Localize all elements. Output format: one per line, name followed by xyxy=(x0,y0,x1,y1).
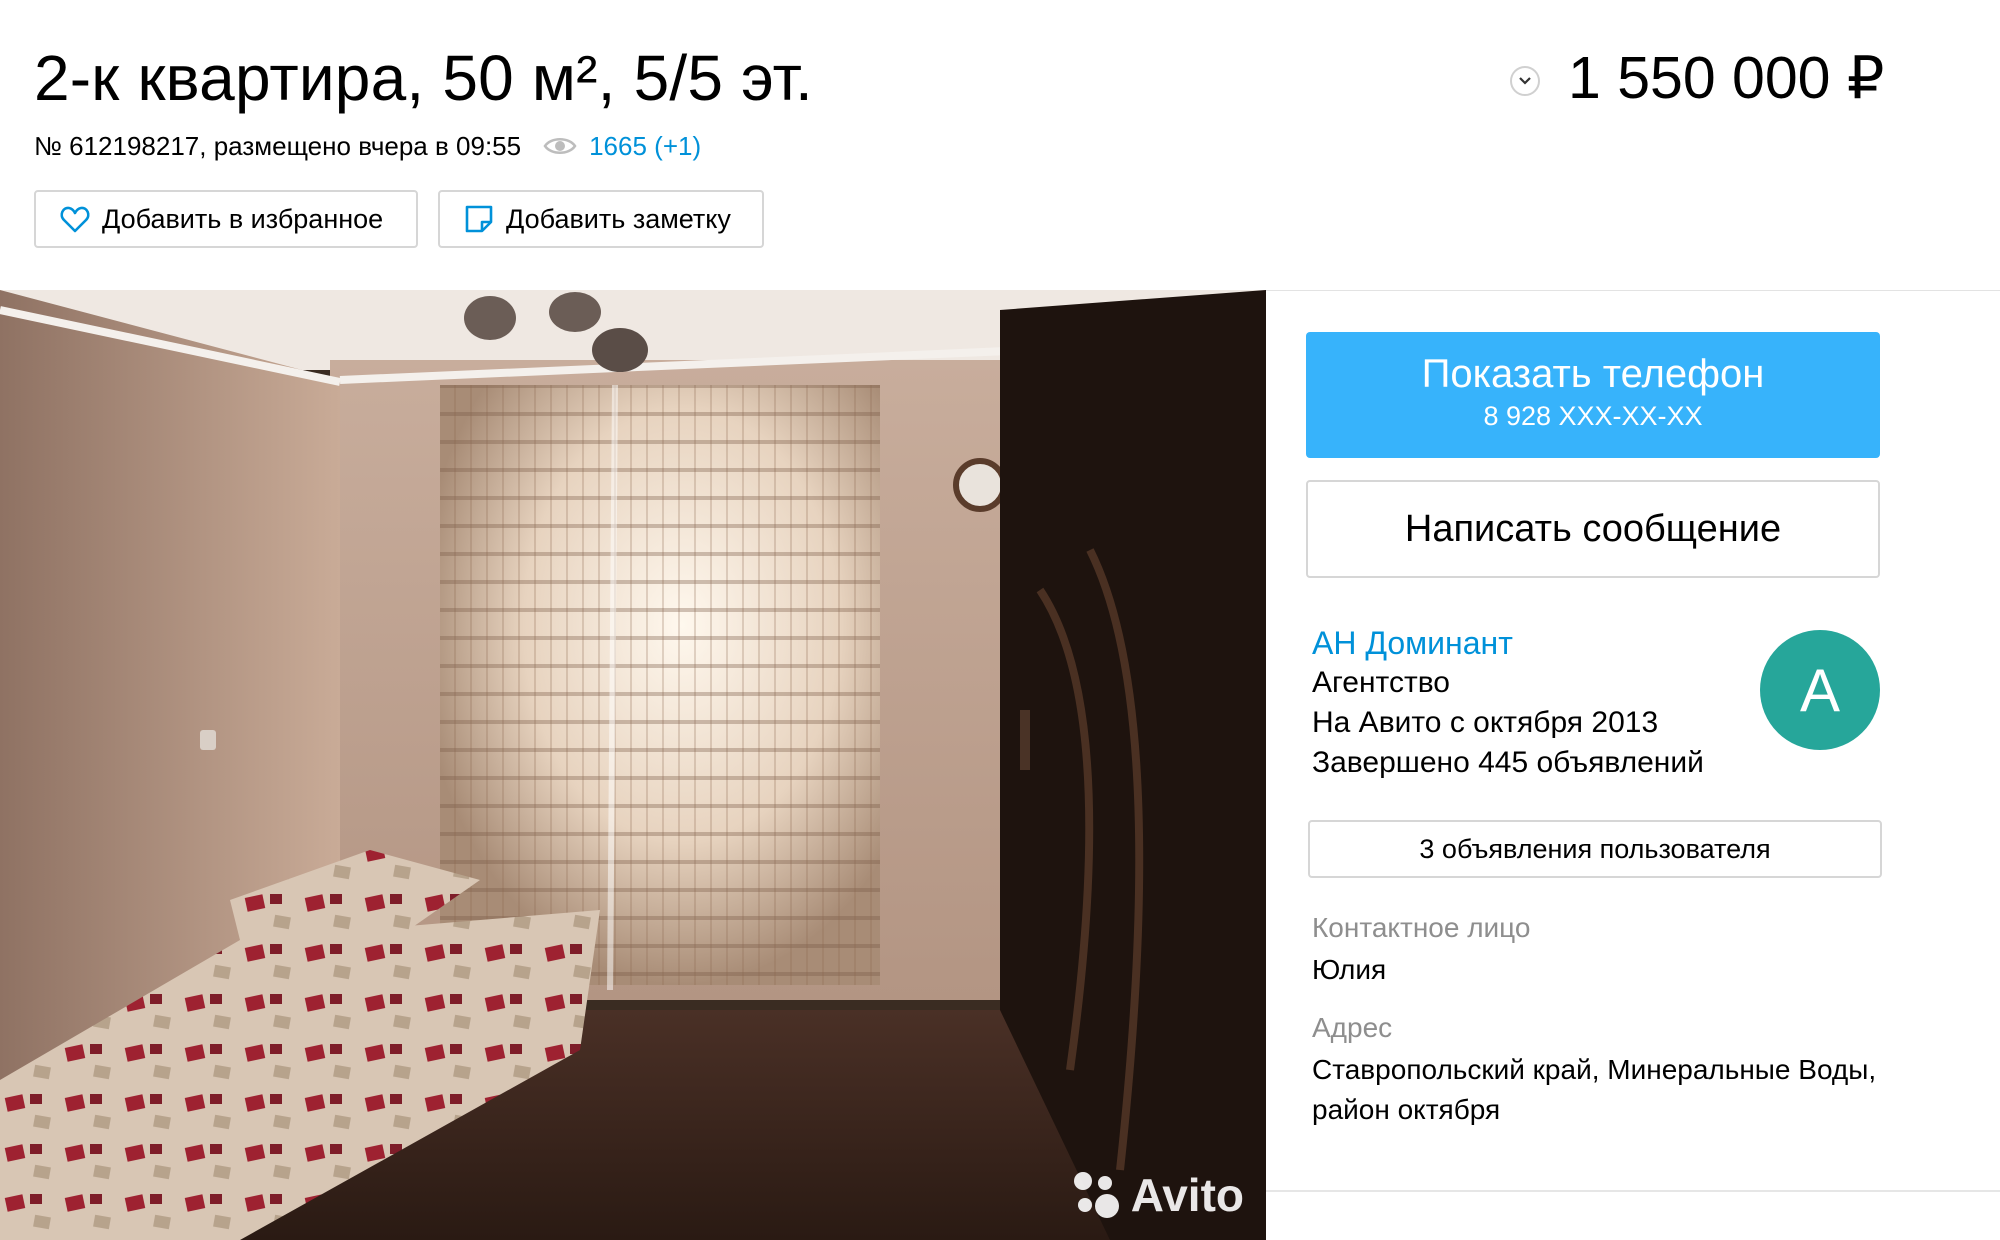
user-ads-label: 3 объявления пользователя xyxy=(1419,833,1771,864)
write-message-label: Написать сообщение xyxy=(1404,507,1782,550)
avito-watermark: Avito xyxy=(1071,1168,1244,1222)
price-currency-dropdown[interactable] xyxy=(1510,66,1540,96)
listing-number-date: № 612198217, размещено вчера в 09:55 xyxy=(34,130,522,161)
chevron-down-icon xyxy=(1519,77,1531,85)
sidebar-divider-top xyxy=(1266,290,2000,291)
heart-icon xyxy=(60,205,90,233)
seller-completed-ads: Завершено 445 объявлений xyxy=(1312,746,1704,779)
write-message-button[interactable]: Написать сообщение xyxy=(1306,480,1880,578)
eye-icon xyxy=(543,135,577,157)
show-phone-label: Показать телефон xyxy=(1421,352,1765,396)
seller-info: АН Доминант Агентство На Авито с октября… xyxy=(1312,624,1704,782)
contact-person-name: Юлия xyxy=(1312,954,1387,985)
add-to-favorites-button[interactable]: Добавить в избранное xyxy=(34,190,418,248)
seller-name-link[interactable]: АН Доминант xyxy=(1312,624,1704,662)
contact-person-label: Контактное лицо xyxy=(1312,912,1531,943)
price-block: 1 550 000 ₽ xyxy=(1510,38,1884,118)
address-line-1: Ставропольский край, Минеральные Воды, xyxy=(1312,1054,1877,1085)
add-note-button[interactable]: Добавить заметку xyxy=(438,190,764,248)
seller-avatar[interactable]: А xyxy=(1760,630,1880,750)
show-phone-button[interactable]: Показать телефон 8 928 XXX-XX-XX xyxy=(1306,332,1880,458)
listing-meta: № 612198217, размещено вчера в 09:55 166… xyxy=(34,126,701,166)
listing-photo[interactable]: Avito xyxy=(0,290,1266,1240)
avito-watermark-text: Avito xyxy=(1130,1169,1244,1221)
sidebar-divider-bottom xyxy=(1266,1190,2000,1192)
address-label: Адрес xyxy=(1312,1012,1393,1043)
note-icon xyxy=(464,204,494,234)
address-line-2: район октября xyxy=(1312,1094,1501,1125)
price: 1 550 000 ₽ xyxy=(1568,45,1885,111)
avito-logo-icon xyxy=(1071,1169,1123,1221)
seller-type: Агентство xyxy=(1312,666,1450,699)
listing-title: 2-к квартира, 50 м², 5/5 эт. xyxy=(34,42,814,114)
masked-phone: 8 928 XXX-XX-XX xyxy=(1483,401,1703,431)
room-photo-illustration xyxy=(0,290,1266,1240)
views-count[interactable]: 1665 (+1) xyxy=(589,131,701,162)
seller-since: На Авито с октября 2013 xyxy=(1312,706,1659,739)
add-note-label: Добавить заметку xyxy=(506,203,731,234)
user-ads-button[interactable]: 3 объявления пользователя xyxy=(1308,820,1882,878)
add-to-favorites-label: Добавить в избранное xyxy=(102,203,384,234)
